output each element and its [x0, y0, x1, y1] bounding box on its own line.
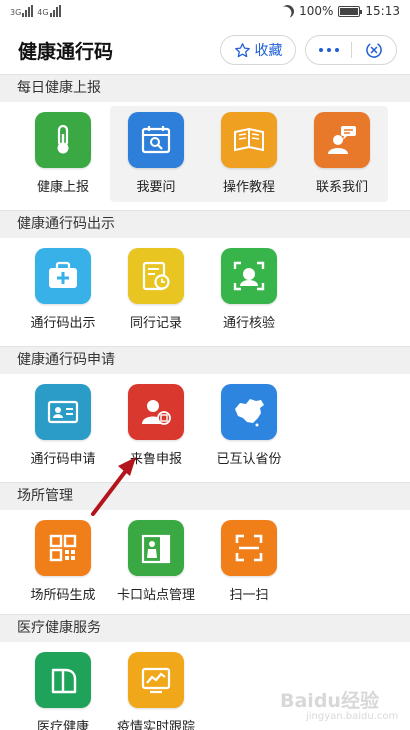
- id-card-icon: [35, 384, 91, 440]
- clock: 15:13: [365, 4, 400, 18]
- section-header-venue-management: 场所管理: [0, 482, 410, 510]
- medical-kit-icon: [35, 248, 91, 304]
- battery-percent: 100%: [299, 4, 334, 18]
- section-grid-code-display: 通行码出示 同行记录 通行核验: [0, 238, 410, 346]
- checkpoint-icon: [128, 520, 184, 576]
- qr-code-icon: [35, 520, 91, 576]
- battery-icon: [338, 5, 363, 17]
- signal-1-label: 3G: [10, 8, 22, 17]
- tile-pass-verify[interactable]: 通行核验: [203, 248, 295, 338]
- tile-label: 操作教程: [222, 180, 275, 195]
- thermometer-icon: [35, 112, 91, 168]
- tile-contact-us[interactable]: 联系我们: [296, 112, 388, 202]
- trend-chart-icon: [128, 652, 184, 708]
- tile-label: 同行记录: [129, 316, 182, 331]
- tile-health-report[interactable]: 健康上报: [17, 112, 109, 202]
- section-grid-code-apply: 通行码申请 来鲁申报 已互认省份: [0, 374, 410, 482]
- tile-epidemic-tracking[interactable]: 疫情实时跟踪: [110, 652, 202, 730]
- medical-health-icon: [35, 652, 91, 708]
- signal-2-icon: [49, 5, 61, 17]
- page-title: 健康通行码: [18, 41, 114, 63]
- person-register-icon: [128, 384, 184, 440]
- watermark-brand: Baidu经验: [280, 690, 379, 712]
- more-options-button[interactable]: [306, 36, 351, 64]
- tile-recognized-provinces[interactable]: 已互认省份: [203, 384, 295, 474]
- contact-person-icon: [314, 112, 370, 168]
- tile-label: 卡口站点管理: [116, 588, 195, 603]
- watermark-url: jingyan.baidu.com: [306, 711, 399, 722]
- favorite-button[interactable]: 收藏: [220, 35, 296, 65]
- section-grid-venue-management: 场所码生成 卡口站点管理 扫一扫: [0, 510, 410, 618]
- tile-label: 已互认省份: [216, 452, 282, 467]
- tile-label: 通行核验: [222, 316, 275, 331]
- tile-label: 来鲁申报: [129, 452, 182, 467]
- more-dots-icon: [318, 48, 323, 52]
- star-icon: [234, 42, 250, 57]
- face-scan-icon: [221, 248, 277, 304]
- section-header-medical-services: 医疗健康服务: [0, 614, 410, 642]
- tile-shandong-entry-report[interactable]: 来鲁申报: [110, 384, 202, 474]
- tile-show-pass-code[interactable]: 通行码出示: [17, 248, 109, 338]
- tile-tutorial[interactable]: 操作教程: [203, 112, 295, 202]
- tile-label: 医疗健康: [36, 720, 89, 730]
- tile-travel-record[interactable]: 同行记录: [110, 248, 202, 338]
- tile-checkpoint-management[interactable]: 卡口站点管理: [110, 520, 202, 610]
- calendar-search-icon: [128, 112, 184, 168]
- book-icon: [221, 112, 277, 168]
- section-grid-daily-report: 健康上报 我要问 操作教程 联系我们: [0, 102, 410, 210]
- section-header-code-apply: 健康通行码申请: [0, 346, 410, 374]
- mini-program-capsule: [305, 35, 397, 65]
- signal-2-indicator: 4G: [37, 5, 61, 17]
- tile-ask-question[interactable]: 我要问: [110, 112, 202, 202]
- tile-medical-health[interactable]: 医疗健康: [17, 652, 109, 730]
- record-clock-icon: [128, 248, 184, 304]
- signal-2-label: 4G: [37, 8, 49, 17]
- china-map-icon: [221, 384, 277, 440]
- signal-1-indicator: 3G: [10, 5, 34, 17]
- tile-apply-pass-code[interactable]: 通行码申请: [17, 384, 109, 474]
- close-circle-icon: [366, 42, 382, 58]
- tile-label: 通行码申请: [30, 452, 96, 467]
- baidu-watermark: Baidu经验 jingyan.baidu.com: [270, 684, 400, 726]
- do-not-disturb-icon: [279, 2, 297, 20]
- close-button[interactable]: [352, 36, 396, 64]
- section-header-daily-report: 每日健康上报: [0, 74, 410, 102]
- tile-venue-code-generate[interactable]: 场所码生成: [17, 520, 109, 610]
- tile-scan[interactable]: 扫一扫: [203, 520, 295, 610]
- tile-label: 联系我们: [315, 180, 368, 195]
- favorite-label: 收藏: [254, 43, 283, 59]
- tile-label: 疫情实时跟踪: [116, 720, 195, 730]
- signal-1-icon: [22, 5, 34, 17]
- tile-label: 通行码出示: [30, 316, 96, 331]
- scan-icon: [221, 520, 277, 576]
- section-header-code-display: 健康通行码出示: [0, 210, 410, 238]
- tile-label: 健康上报: [36, 180, 89, 195]
- tile-label: 扫一扫: [229, 588, 269, 603]
- tile-label: 我要问: [136, 180, 176, 195]
- status-bar: 3G 4G 100% 15:13: [0, 0, 410, 24]
- tile-label: 场所码生成: [30, 588, 96, 603]
- title-bar: 健康通行码 收藏: [0, 24, 410, 74]
